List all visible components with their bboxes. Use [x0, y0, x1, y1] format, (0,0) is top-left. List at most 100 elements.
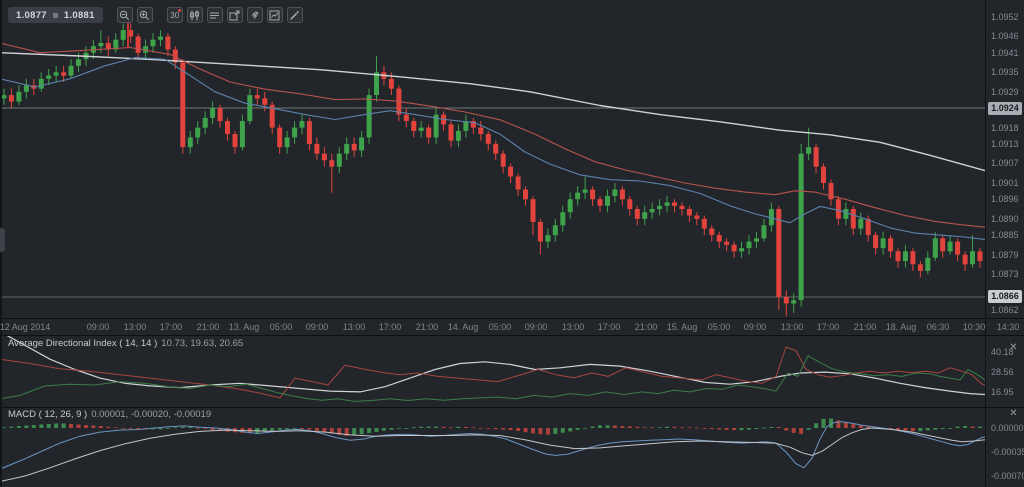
macd-histogram-bar [54, 424, 58, 429]
candle-body [277, 128, 282, 148]
macd-histogram-bar [613, 426, 617, 429]
macd-histogram-bar [293, 428, 297, 429]
timeframe-alert-dot [178, 9, 181, 12]
zoom-out-button[interactable] [117, 7, 133, 23]
divider-time-adx[interactable] [0, 335, 1024, 336]
macd-histogram-bar [367, 428, 371, 433]
candle-body [374, 72, 379, 95]
candle-body [873, 235, 878, 248]
macd-histogram-bar [352, 428, 356, 436]
candle-body [694, 216, 699, 219]
candle-body [761, 225, 766, 238]
compare-button[interactable] [227, 7, 243, 23]
left-panel-handle[interactable] [0, 228, 5, 252]
macd-histogram-bar [494, 428, 498, 429]
bid-ask-box[interactable]: 1.0877 1.0881 [8, 7, 103, 23]
macd-histogram-bar [509, 428, 513, 430]
macd-close-icon[interactable]: ✕ [1007, 407, 1020, 420]
price-axis-label: 1.0896 [991, 194, 1019, 204]
ask-price: 1.0881 [64, 10, 95, 21]
price-axis-label: 1.0929 [991, 87, 1019, 97]
macd-histogram-bar [948, 428, 952, 429]
macd-histogram-bar [926, 428, 930, 430]
timeframe-label: 30 [170, 11, 179, 20]
candle-body [151, 40, 156, 47]
time-axis-label: 09:00 [744, 322, 767, 332]
candle-body [575, 193, 580, 200]
candle-body [896, 251, 901, 261]
macd-histogram-bar [382, 428, 386, 431]
price-axis-label: 1.0907 [991, 158, 1019, 168]
candle-body [98, 43, 103, 46]
macd-histogram-bar [591, 427, 595, 429]
candle-body [329, 160, 334, 167]
macd-histogram-bar [971, 427, 975, 428]
macd-histogram-bar [807, 428, 811, 430]
divider-adx-macd[interactable] [0, 407, 1024, 408]
macd-histogram-bar [397, 428, 401, 429]
macd-histogram-bar [77, 425, 81, 429]
macd-histogram-bar [412, 427, 416, 428]
candle-body [784, 297, 789, 304]
candle-body [523, 190, 528, 200]
time-axis-label: 13:00 [781, 322, 804, 332]
price-axis-label: 1.0890 [991, 214, 1019, 224]
macd-histogram-bar [419, 427, 423, 428]
layout-button[interactable] [267, 7, 283, 23]
draw-button[interactable] [287, 7, 303, 23]
macd-histogram-bar [203, 428, 207, 429]
main-price-chart[interactable] [0, 0, 985, 318]
macd-histogram-bar [710, 428, 714, 429]
timeframe-button[interactable]: 30 [167, 7, 183, 23]
compare-icon [229, 10, 240, 21]
macd-histogram-bar [747, 428, 751, 430]
macd-histogram-bar [799, 428, 803, 434]
macd-histogram-bar [404, 428, 408, 429]
macd-histogram-bar [159, 428, 163, 429]
candle-body [322, 154, 327, 161]
macd-histogram-bar [2, 427, 6, 428]
candle-body [903, 251, 908, 261]
candle-body [9, 95, 14, 102]
price-axis-label: 1.0941 [991, 48, 1019, 58]
macd-histogram-bar [963, 426, 967, 428]
time-axis-label: 13. Aug [229, 322, 260, 332]
macd-histogram-bar [69, 424, 73, 428]
macd-histogram-bar [17, 426, 21, 428]
macd-histogram-bar [24, 426, 28, 429]
candle-body [2, 95, 7, 98]
candle-body [210, 108, 215, 118]
candle-body [76, 59, 81, 66]
candle-body [478, 128, 483, 135]
time-axis-label: 05:00 [708, 322, 731, 332]
candle-body [642, 212, 647, 219]
time-axis-label: 18. Aug [886, 322, 917, 332]
candle-body [963, 255, 968, 265]
candle-body [948, 242, 953, 252]
candle-body [545, 235, 550, 242]
price-axis-label: 1.0946 [991, 31, 1019, 41]
macd-histogram-bar [851, 424, 855, 428]
candle-body [247, 95, 252, 121]
candle-body [680, 206, 685, 209]
link-button[interactable] [247, 7, 263, 23]
candle-body [754, 238, 759, 241]
indicators-button[interactable] [207, 7, 223, 23]
adx-close-icon[interactable]: ✕ [1007, 341, 1020, 354]
chart-type-button[interactable] [187, 7, 203, 23]
candle-body [136, 37, 141, 53]
macd-histogram-bar [583, 428, 587, 429]
candle-body [337, 154, 342, 167]
candle-body [799, 154, 804, 301]
zoom-in-button[interactable] [137, 7, 153, 23]
chart-type-icon [189, 10, 200, 21]
chart-toolbar: 1.0877 1.0881 30 [8, 7, 303, 23]
candle-body [188, 137, 193, 147]
candle-body [285, 137, 290, 147]
candle-body [910, 251, 915, 264]
macd-histogram-bar [270, 428, 274, 431]
candle-body [978, 251, 983, 261]
candle-body [538, 222, 543, 242]
price-axis-label: 1.0913 [991, 139, 1019, 149]
price-axis-label: 1.0935 [991, 67, 1019, 77]
